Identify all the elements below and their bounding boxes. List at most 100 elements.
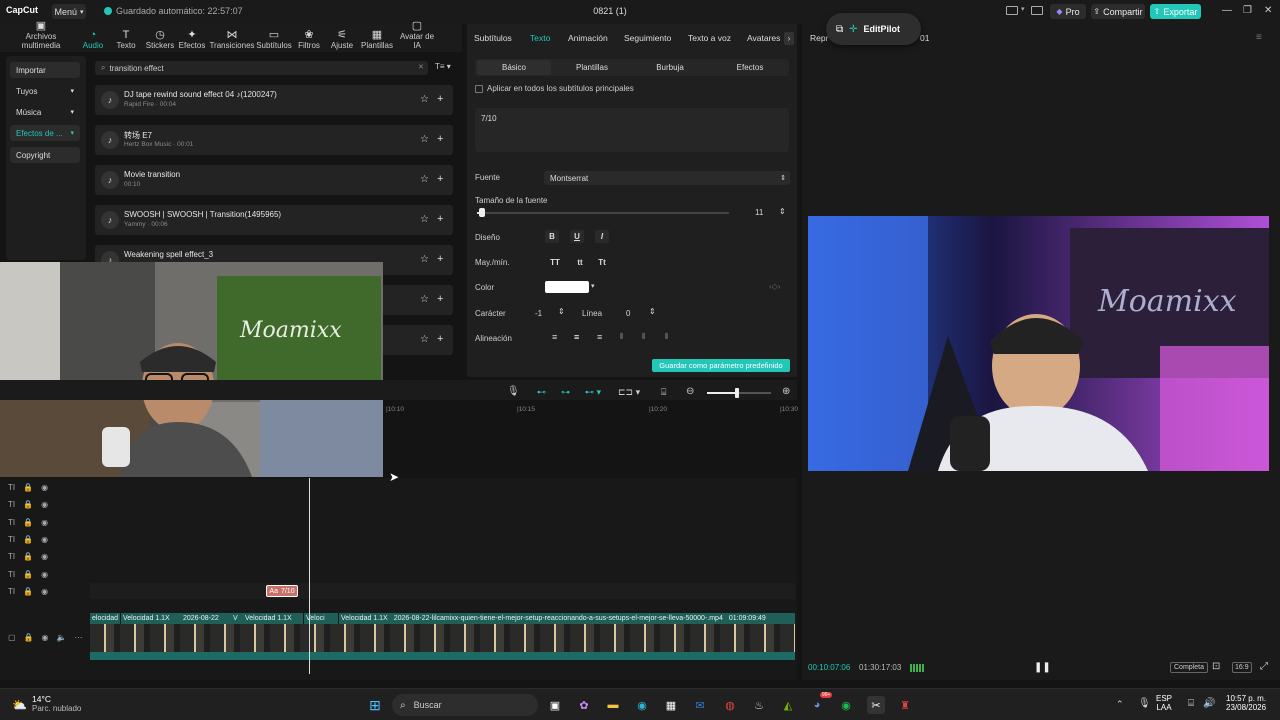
add-icon[interactable]: + (437, 213, 443, 225)
video-clip-header[interactable]: Velocidad 1.1X (121, 613, 181, 624)
align-left-icon[interactable]: ≡ (552, 332, 557, 342)
eye-icon[interactable]: ◉ (41, 518, 48, 527)
main-track-link-icon[interactable]: ⊷ (537, 387, 546, 398)
list-item[interactable]: ♪ 转场 E7 Hertz Box Music · 00:01 ☆ + (95, 125, 453, 155)
editpilot-widget[interactable]: ⧉ ✛ EditPilot (826, 13, 921, 45)
titlecase-button[interactable]: Tt (594, 256, 610, 268)
star-icon[interactable]: ☆ (420, 134, 429, 145)
cover-icon[interactable]: ▢ (8, 633, 16, 642)
playhead[interactable] (309, 478, 310, 674)
menu-button[interactable]: Menú ▾ (52, 4, 86, 19)
ratio-button[interactable]: Completa (1170, 662, 1208, 673)
windows-start-icon[interactable]: ⊞ (366, 696, 384, 714)
chevron-right-icon[interactable]: › (784, 32, 794, 45)
star-icon[interactable]: ☆ (420, 254, 429, 265)
add-icon[interactable]: + (437, 253, 443, 265)
music-note-icon[interactable]: ♪ (101, 211, 119, 229)
subtitle-text-input[interactable]: 7/10 (475, 108, 789, 152)
close-icon[interactable]: ✕ (1264, 5, 1272, 16)
nav-copyright[interactable]: Copyright (10, 147, 80, 163)
star-icon[interactable]: ☆ (420, 94, 429, 105)
preview-axis-icon[interactable]: ⊏⊐ ▾ (618, 387, 640, 398)
video-clip-header[interactable]: 2026-08-22 (181, 613, 231, 624)
underline-button[interactable]: U (570, 230, 584, 243)
music-note-icon[interactable]: ♪ (101, 171, 119, 189)
tab-subtitles[interactable]: Subtítulos (474, 33, 512, 43)
aspect-button[interactable]: 16:9 (1232, 662, 1252, 673)
eye-icon[interactable]: ◉ (41, 483, 48, 492)
taskbar-search[interactable]: ⌕ Buscar (392, 694, 538, 716)
mic-icon[interactable]: 🎙 (507, 386, 520, 397)
music-note-icon[interactable]: ♪ (101, 91, 119, 109)
search-input[interactable]: ⌕ transition effect (95, 61, 428, 75)
shortcut-icon[interactable] (1031, 6, 1043, 15)
lock-icon[interactable]: 🔒 (24, 633, 34, 642)
apply-all-checkbox[interactable]: Aplicar en todos los subtítulos principa… (475, 84, 634, 93)
char-spacing-value[interactable]: -1 (535, 309, 542, 318)
updown-icon[interactable]: ⇕ (779, 207, 786, 216)
copilot-icon[interactable]: ✿ (575, 696, 593, 714)
tab-text-to-speech[interactable]: Texto a voz (688, 33, 731, 43)
mic-tray-icon[interactable]: 🎙 (1138, 698, 1151, 709)
eye-icon[interactable]: ◉ (41, 587, 48, 596)
menu-lines-icon[interactable]: ≡ (1256, 32, 1262, 43)
layout-icon[interactable] (1006, 6, 1018, 15)
minimize-icon[interactable]: — (1222, 5, 1232, 16)
list-item[interactable]: ♪ Movie transition 00:10 ☆ + (95, 165, 453, 195)
video-clip-header[interactable]: Velocidad 1.1X (243, 613, 303, 624)
video-clip-header[interactable]: elocidad (90, 613, 120, 624)
align-bottom-icon[interactable]: ⫴ (665, 332, 668, 342)
bold-button[interactable]: B (545, 230, 559, 243)
tool-effects[interactable]: ✦ Efectos (178, 26, 206, 51)
chrome-icon[interactable]: ◍ (721, 696, 739, 714)
tool-transitions[interactable]: ⋈ Transiciones (209, 26, 254, 51)
size-value[interactable]: 11 (755, 208, 763, 217)
eye-icon[interactable]: ◉ (41, 552, 48, 561)
zoom-in-icon[interactable]: ⊕ (782, 386, 790, 397)
eye-icon[interactable]: ◉ (41, 570, 48, 579)
tool-audio[interactable]: ◔ Audio (80, 26, 106, 51)
chevron-up-icon[interactable]: ⌃ (1116, 699, 1124, 710)
subtab-effects[interactable]: Efectos (713, 60, 787, 75)
nav-yours[interactable]: Tuyos ▾ (10, 83, 80, 99)
speaker-icon[interactable]: 🔈 (57, 633, 67, 642)
app-red-icon[interactable]: ♜ (896, 696, 914, 714)
zoom-slider-handle[interactable] (735, 388, 739, 398)
video-clip-header[interactable]: Velocidad 1.1X 2026-08-22-lilcamixx-quie… (339, 613, 795, 624)
uppercase-button[interactable]: TT (547, 256, 563, 268)
size-slider-handle[interactable] (479, 208, 485, 217)
eye-icon[interactable]: ◉ (41, 535, 48, 544)
tool-text[interactable]: T Texto (112, 26, 140, 51)
project-title[interactable]: 0821 (1) (560, 6, 660, 16)
caption-icon[interactable]: ⌸ (661, 387, 666, 398)
align-middle-icon[interactable]: ⫴ (642, 332, 645, 342)
tab-avatars[interactable]: Avatares (747, 33, 780, 43)
save-preset-button[interactable]: Guardar como parámetro predefinido (652, 359, 790, 372)
tab-tracking[interactable]: Seguimiento (624, 33, 671, 43)
outlook-icon[interactable]: ✉ (691, 696, 709, 714)
star-icon[interactable]: ☆ (420, 334, 429, 345)
chevron-down-icon[interactable]: ▾ (1021, 5, 1025, 13)
lock-icon[interactable]: 🔒 (23, 587, 33, 596)
network-icon[interactable]: ⌸ (1188, 698, 1194, 709)
filter-sort-icon[interactable]: T≡ ▾ (435, 62, 451, 71)
tab-text[interactable]: Texto (530, 33, 550, 43)
discord-icon[interactable]: ◕ (808, 696, 826, 714)
lowercase-button[interactable]: tt (572, 256, 588, 268)
more-icon[interactable]: ⋯ (74, 633, 82, 642)
music-note-icon[interactable]: ♪ (101, 131, 119, 149)
italic-button[interactable]: I (595, 230, 609, 243)
eye-icon[interactable]: ◉ (42, 633, 49, 642)
nav-sound-effects[interactable]: Efectos de ... ▾ (10, 125, 80, 141)
tool-templates[interactable]: ▦ Plantillas (360, 26, 394, 51)
star-icon[interactable]: ☆ (420, 214, 429, 225)
steam-icon[interactable]: ♨ (750, 696, 768, 714)
subtab-bubble[interactable]: Burbuja (633, 60, 707, 75)
align-center-icon[interactable]: ≡ (574, 332, 579, 342)
updown-icon[interactable]: ⇕ (558, 307, 565, 316)
add-icon[interactable]: + (437, 93, 443, 105)
keyframe-icon[interactable]: ‹◇› (769, 282, 780, 291)
font-select[interactable]: Montserrat ⇕ (544, 171, 790, 185)
spotify-icon[interactable]: ◉ (837, 696, 855, 714)
subtab-templates[interactable]: Plantillas (555, 60, 629, 75)
